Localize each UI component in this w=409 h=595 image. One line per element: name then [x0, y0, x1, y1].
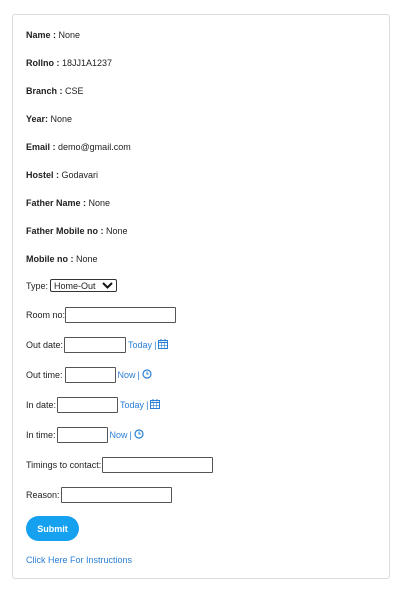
room-row: Room no:	[26, 307, 177, 323]
student-hostel-row: Hostel : Godavari	[26, 169, 98, 181]
instructions-link[interactable]: Click Here For Instructions	[26, 555, 132, 565]
clock-icon[interactable]	[142, 368, 152, 382]
hostel-label: Hostel :	[26, 170, 60, 180]
out-time-label: Out time:	[26, 370, 63, 380]
father-mobile-row: Father Mobile no : None	[26, 225, 128, 237]
father-name-label: Father Name :	[26, 198, 87, 208]
type-selected-value: Home-Out	[54, 280, 96, 291]
rollno-value: 18JJ1A1237	[62, 58, 113, 68]
out-time-now-link[interactable]: Now	[118, 369, 136, 381]
in-date-separator: |	[146, 400, 149, 410]
out-time-separator: |	[137, 370, 140, 380]
type-select[interactable]: Home-Out	[50, 279, 118, 292]
student-name-row: Name : None	[26, 29, 80, 41]
out-date-row: Out date: Today |	[26, 337, 169, 353]
student-rollno-row: Rollno : 18JJ1A1237	[26, 57, 112, 69]
father-name-value: None	[88, 198, 111, 208]
in-time-now-link[interactable]: Now	[110, 429, 128, 441]
father-name-row: Father Name : None	[26, 197, 110, 209]
father-mobile-label: Father Mobile no :	[26, 226, 104, 236]
reason-label: Reason:	[26, 490, 60, 500]
timings-input[interactable]	[102, 457, 214, 473]
name-value: None	[58, 30, 81, 40]
outpass-form-card: Name : None Rollno : 18JJ1A1237 Branch :…	[12, 14, 390, 579]
in-date-today-link[interactable]: Today	[120, 399, 144, 411]
mobile-value: None	[76, 254, 98, 264]
name-label: Name :	[26, 30, 57, 40]
clock-icon[interactable]	[134, 428, 144, 442]
reason-input[interactable]	[60, 487, 172, 503]
in-date-input[interactable]	[57, 397, 119, 413]
rollno-label: Rollno :	[26, 58, 60, 68]
student-branch-row: Branch : CSE	[26, 85, 84, 97]
hostel-value: Godavari	[61, 170, 99, 180]
mobile-label: Mobile no :	[26, 254, 74, 264]
calendar-icon[interactable]	[158, 338, 169, 352]
in-time-separator: |	[129, 430, 132, 440]
timings-label: Timings to contact:	[26, 460, 102, 470]
in-time-input[interactable]	[56, 427, 108, 443]
chevron-down-icon	[102, 280, 113, 292]
email-value: demo@gmail.com	[58, 142, 131, 152]
in-time-row: In time: Now |	[26, 427, 144, 443]
mobile-row: Mobile no : None	[26, 253, 98, 265]
out-time-row: Out time: Now |	[26, 367, 152, 383]
in-date-row: In date: Today |	[26, 397, 161, 413]
out-date-label: Out date:	[26, 340, 64, 350]
type-row: Type: Home-Out	[26, 279, 118, 292]
branch-label: Branch :	[26, 86, 63, 96]
calendar-icon[interactable]	[150, 398, 161, 412]
out-date-separator: |	[154, 340, 157, 350]
out-time-input[interactable]	[64, 367, 116, 383]
student-year-row: Year: None	[26, 113, 72, 125]
branch-value: CSE	[65, 86, 84, 96]
room-input[interactable]	[65, 307, 177, 323]
email-label: Email :	[26, 142, 56, 152]
father-mobile-value: None	[106, 226, 128, 236]
student-email-row: Email : demo@gmail.com	[26, 141, 131, 153]
out-date-input[interactable]	[64, 337, 127, 353]
reason-row: Reason:	[26, 487, 172, 503]
year-label: Year:	[26, 114, 49, 124]
year-value: None	[50, 114, 73, 124]
out-date-today-link[interactable]: Today	[128, 339, 152, 351]
timings-row: Timings to contact:	[26, 457, 214, 473]
in-time-label: In time:	[26, 430, 56, 440]
submit-button[interactable]: Submit	[26, 516, 79, 541]
room-label: Room no:	[26, 310, 66, 320]
in-date-label: In date:	[26, 400, 57, 410]
type-label: Type:	[26, 280, 49, 291]
